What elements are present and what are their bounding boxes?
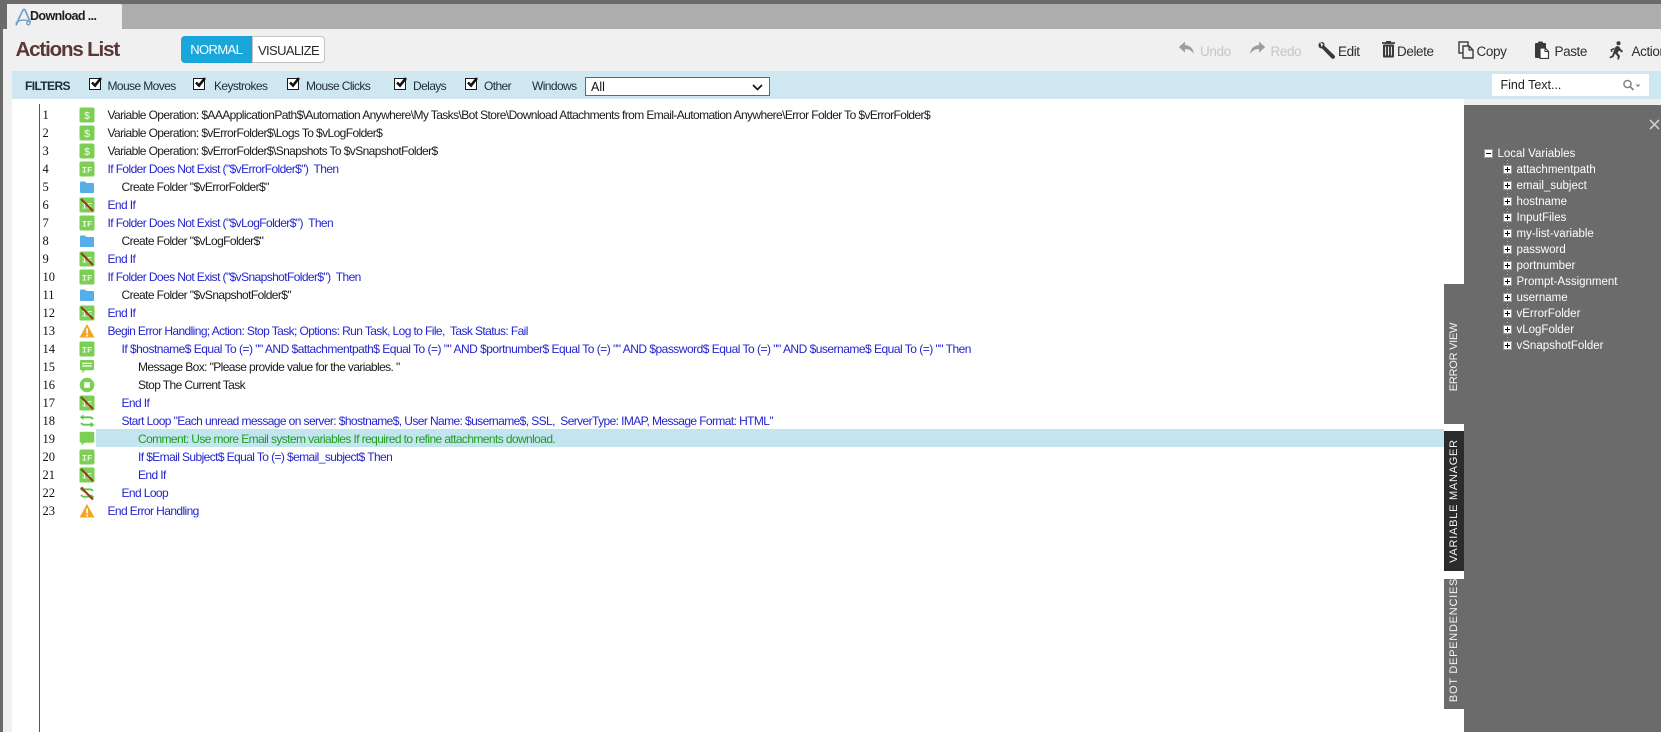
svg-text:IF: IF (82, 274, 92, 284)
svg-text:$: $ (84, 146, 90, 158)
svg-text:$: $ (84, 128, 90, 140)
svg-text:IF: IF (82, 346, 92, 356)
svg-text:IF: IF (82, 166, 92, 176)
svg-text:IF: IF (82, 454, 92, 464)
svg-text:$: $ (84, 110, 90, 122)
svg-text:IF: IF (82, 220, 92, 230)
